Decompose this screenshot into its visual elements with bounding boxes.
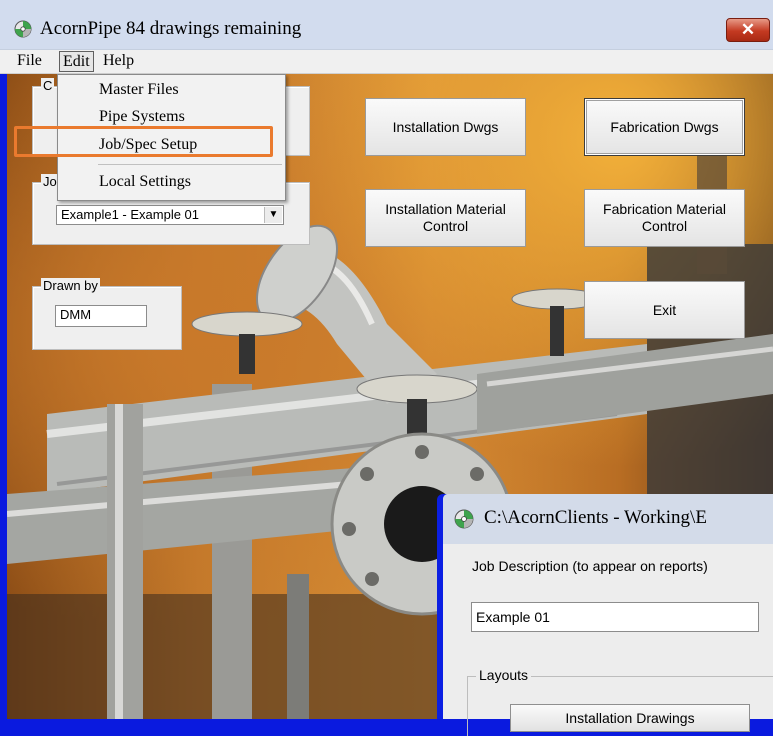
- main-window: AcornPipe 84 drawings remaining ✕ File E…: [0, 0, 773, 736]
- job-dialog-body: C:\AcornClients - Working\E Job Descript…: [443, 494, 773, 736]
- menu-item-master-files[interactable]: Master Files: [99, 81, 179, 99]
- menu-separator: [98, 164, 282, 165]
- job-description-input[interactable]: Example 01: [471, 602, 759, 632]
- job-dialog-title: C:\AcornClients - Working\E: [484, 507, 707, 528]
- fabrication-dwgs-button[interactable]: Fabrication Dwgs: [584, 98, 745, 156]
- job-select-value: Example1 - Example 01: [61, 207, 200, 222]
- highlight-box: [14, 126, 273, 157]
- group-box-c-legend: C: [41, 78, 55, 93]
- chevron-down-icon[interactable]: ▼: [264, 207, 282, 223]
- layouts-legend: Layouts: [476, 667, 532, 683]
- installation-drawings-button[interactable]: Installation Drawings: [510, 704, 750, 732]
- menu-help[interactable]: Help: [100, 51, 137, 72]
- menu-bar: File Edit Help: [0, 50, 773, 74]
- fabrication-material-control-button[interactable]: Fabrication Material Control: [584, 189, 745, 247]
- exit-button[interactable]: Exit: [584, 281, 745, 339]
- drawn-by-legend: Drawn by: [41, 278, 100, 293]
- menu-item-pipe-systems[interactable]: Pipe Systems: [99, 108, 185, 126]
- menu-file[interactable]: File: [14, 51, 45, 72]
- close-button[interactable]: ✕: [726, 18, 770, 42]
- job-description-label: Job Description (to appear on reports): [472, 558, 708, 574]
- menu-item-local-settings[interactable]: Local Settings: [99, 173, 191, 191]
- title-bar[interactable]: AcornPipe 84 drawings remaining ✕: [0, 0, 773, 50]
- drawn-by-group: Drawn by DMM: [32, 278, 182, 350]
- window-title: AcornPipe 84 drawings remaining: [40, 18, 302, 39]
- job-select[interactable]: Example1 - Example 01 ▼: [56, 205, 284, 225]
- job-dialog-title-bar[interactable]: C:\AcornClients - Working\E: [443, 494, 773, 544]
- job-setup-dialog: C:\AcornClients - Working\E Job Descript…: [437, 494, 773, 736]
- installation-material-control-button[interactable]: Installation Material Control: [365, 189, 526, 247]
- installation-dwgs-button[interactable]: Installation Dwgs: [365, 98, 526, 156]
- app-logo-icon: [454, 509, 474, 529]
- drawn-by-input[interactable]: DMM: [55, 305, 147, 327]
- app-logo-icon: [14, 20, 32, 38]
- menu-edit[interactable]: Edit: [59, 51, 94, 72]
